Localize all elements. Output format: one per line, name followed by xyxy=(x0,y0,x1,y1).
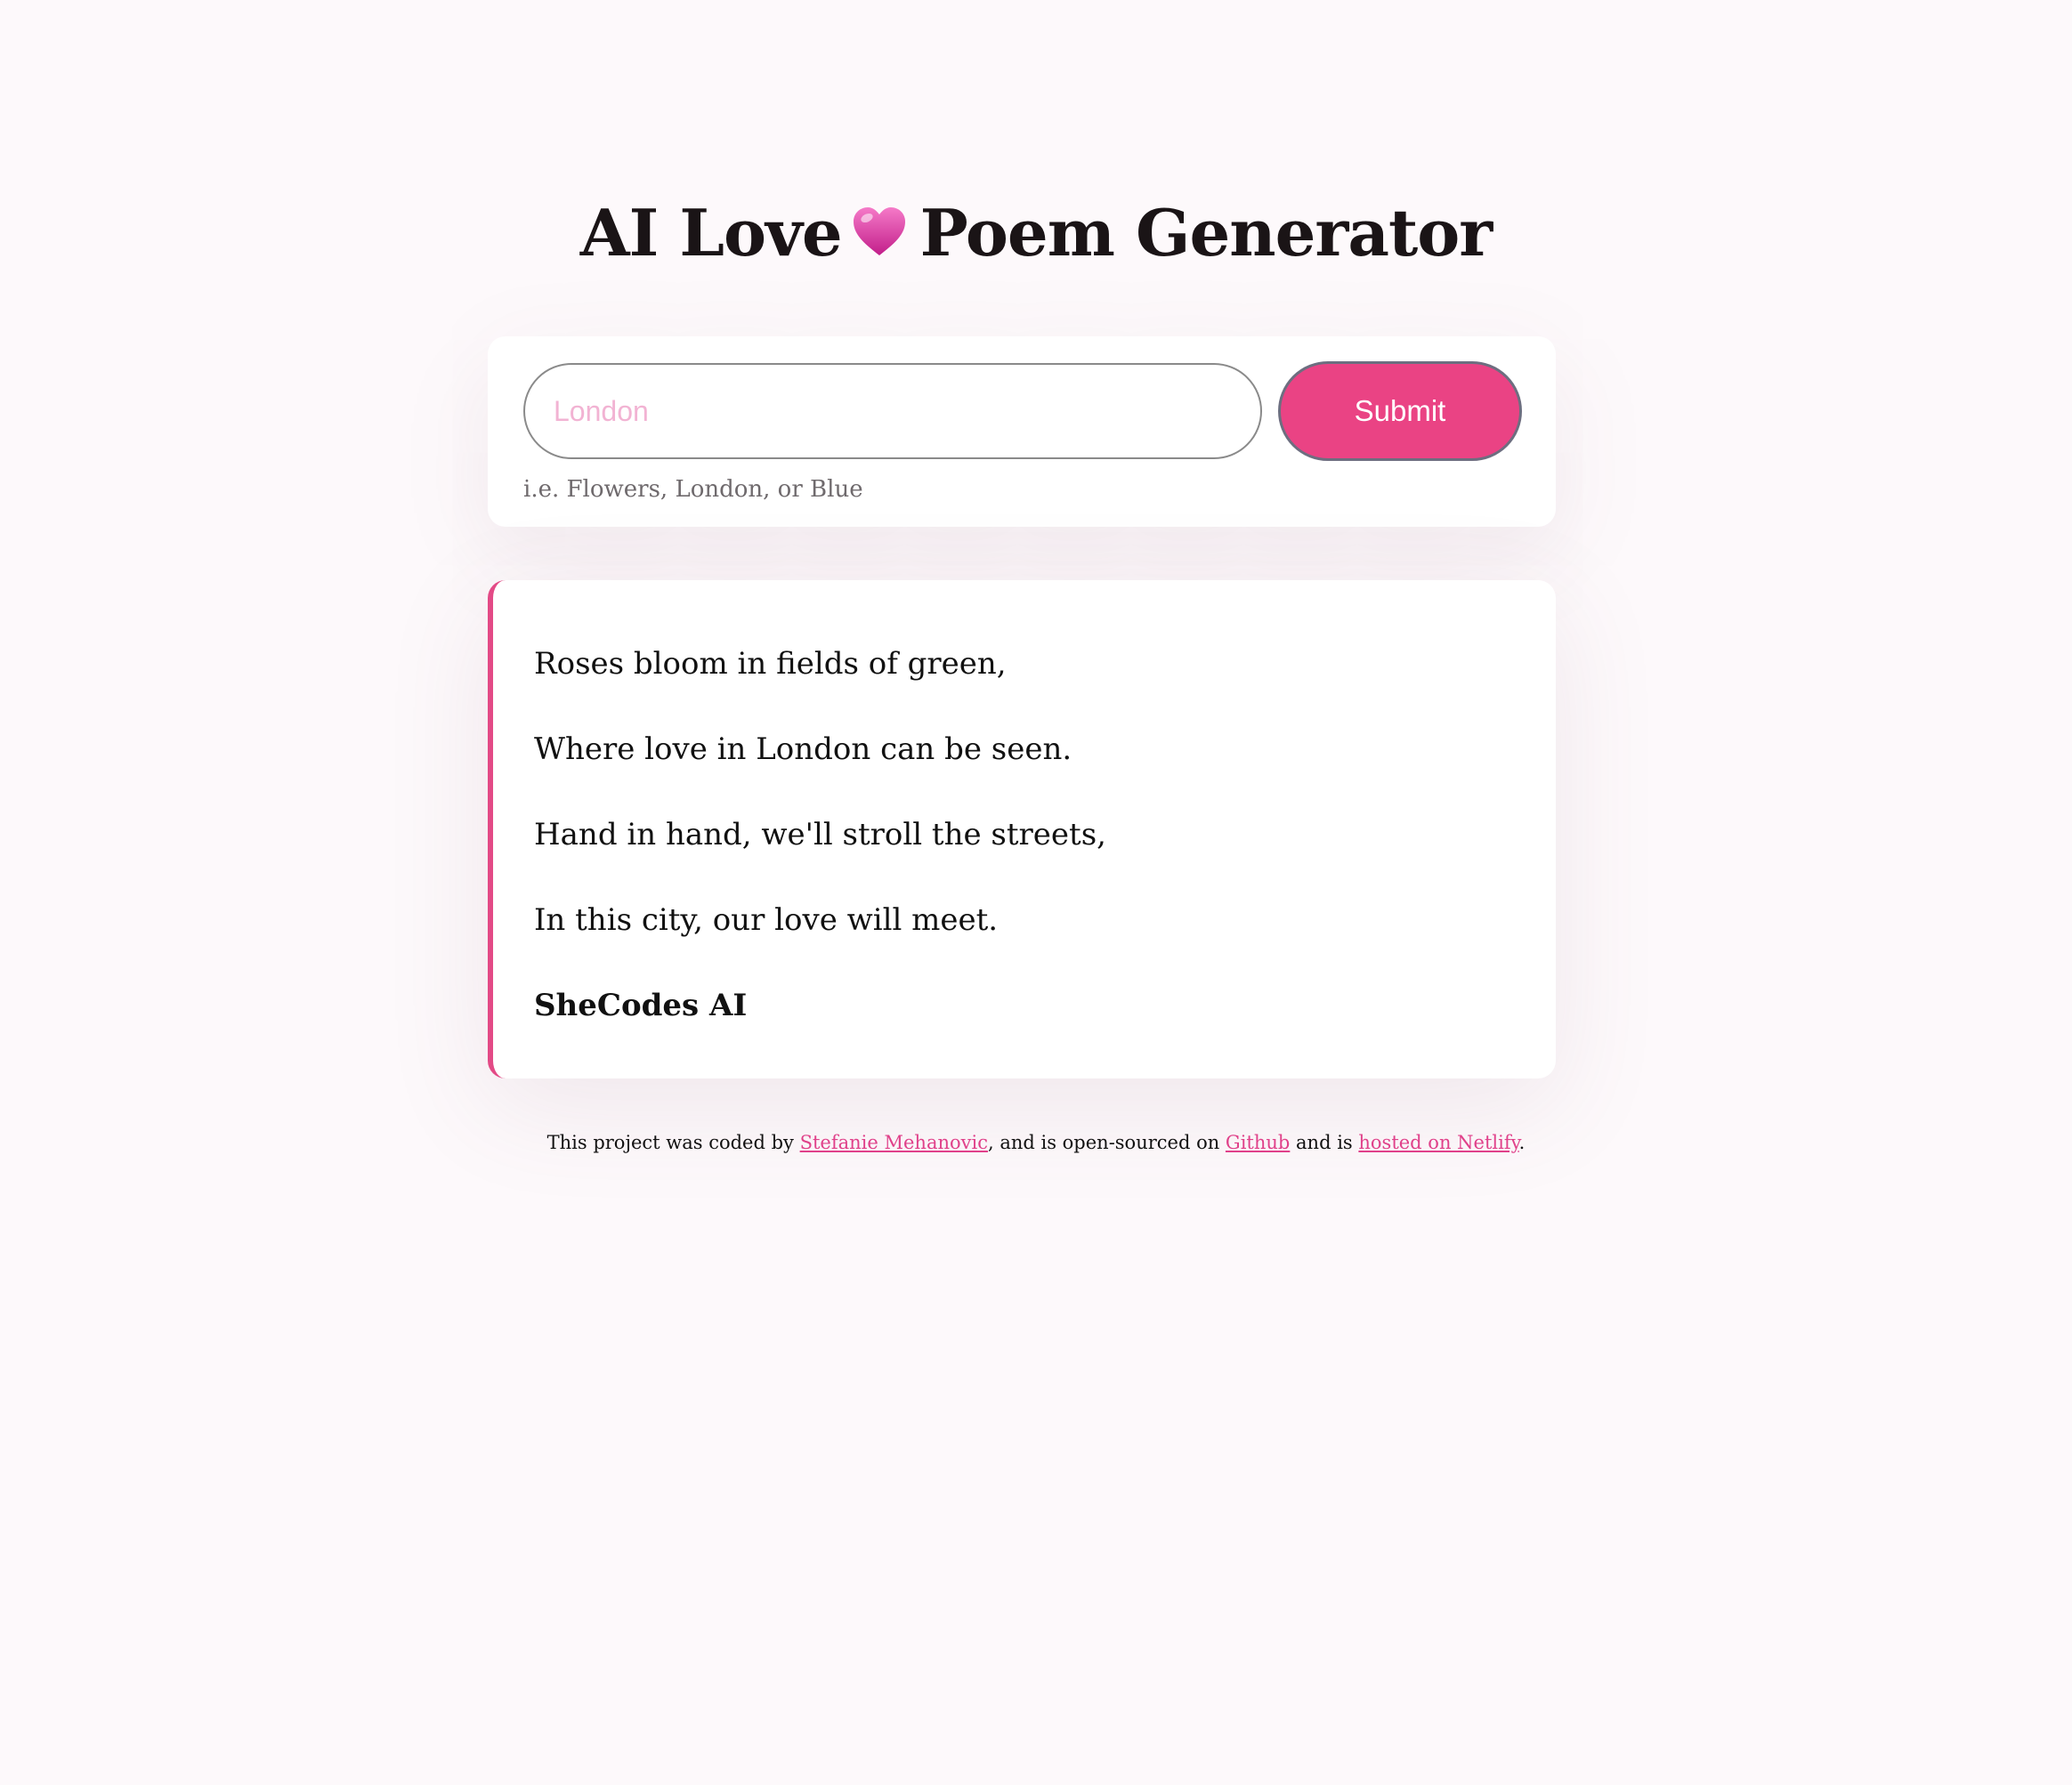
poem-author: SheCodes AI xyxy=(534,988,748,1023)
poem-line: In this city, our love will meet. xyxy=(534,902,999,938)
poem-body: Roses bloom in fields of green, Where lo… xyxy=(534,646,1520,1023)
heart-icon xyxy=(851,194,908,255)
footer: This project was coded by Stefanie Mehan… xyxy=(0,1128,2072,1157)
footer-text: This project was coded by xyxy=(546,1132,800,1153)
footer-text: and is xyxy=(1290,1132,1359,1153)
author-link[interactable]: Stefanie Mehanovic xyxy=(800,1132,988,1153)
poem-line: Hand in hand, we'll stroll the streets, xyxy=(534,817,1106,852)
submit-button[interactable]: Submit xyxy=(1278,361,1522,461)
page: AI Love Poem Generator Submit i.e. Flowe… xyxy=(0,0,2072,1785)
poem-card: Roses bloom in fields of green, Where lo… xyxy=(488,580,1556,1078)
footer-text: , and is open-sourced on xyxy=(987,1132,1226,1153)
title-text-before: AI Love xyxy=(579,195,843,271)
github-link[interactable]: Github xyxy=(1226,1132,1290,1153)
topic-input[interactable] xyxy=(523,363,1262,459)
poem-line: Where love in London can be seen. xyxy=(534,731,1072,767)
page-title: AI Love Poem Generator xyxy=(0,189,2072,278)
netlify-link[interactable]: hosted on Netlify xyxy=(1358,1132,1518,1153)
poem-form: Submit i.e. Flowers, London, or Blue xyxy=(488,336,1556,527)
poem-line: Roses bloom in fields of green, xyxy=(534,646,1007,682)
input-hint: i.e. Flowers, London, or Blue xyxy=(523,476,863,503)
footer-text: . xyxy=(1518,1132,1526,1153)
title-text-after: Poem Generator xyxy=(919,195,1493,271)
